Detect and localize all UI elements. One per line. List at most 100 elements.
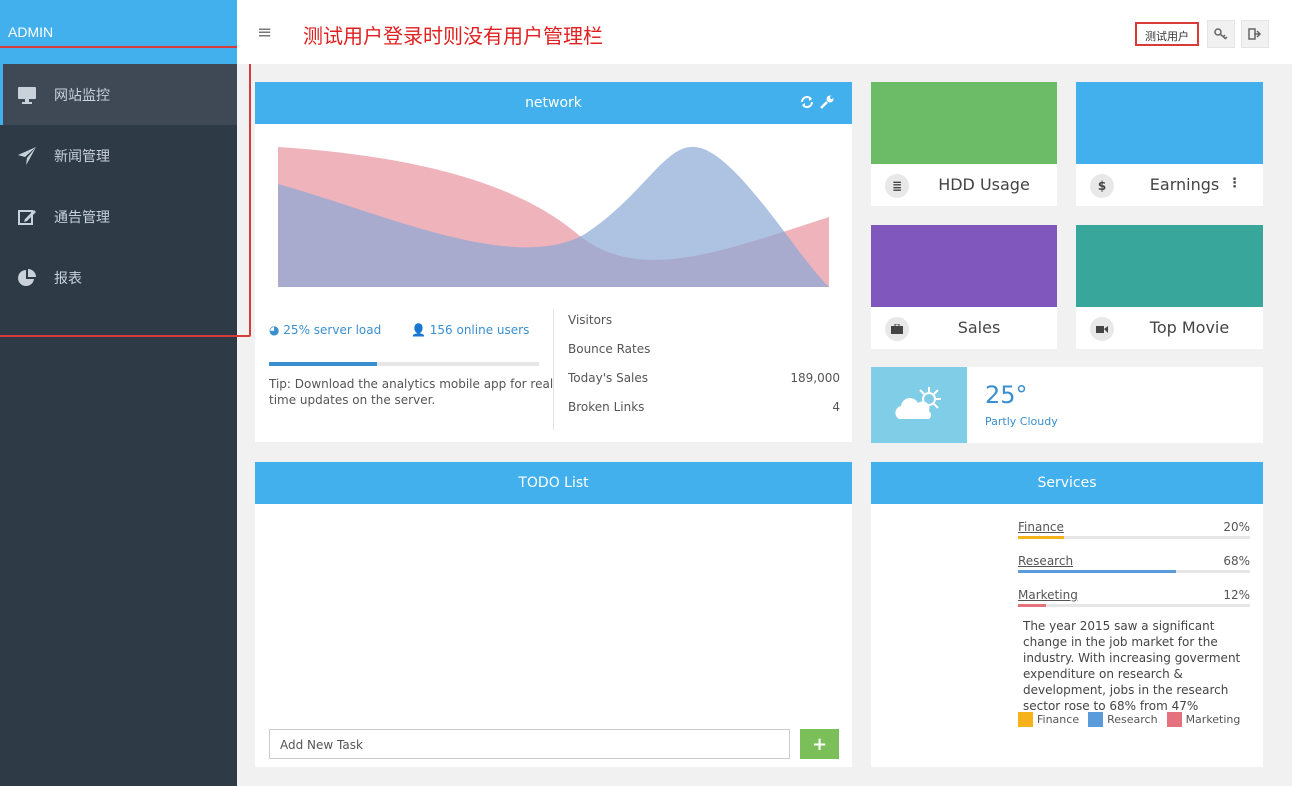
page-title: 测试用户登录时则没有用户管理栏: [303, 24, 603, 48]
server-load-progress-fill: [269, 362, 377, 366]
server-load-text: 25% server load: [283, 323, 382, 337]
tile-sales[interactable]: Sales: [871, 225, 1057, 349]
tip-text: Tip: Download the analytics mobile app f…: [269, 377, 554, 407]
services-legend: Finance Research Marketing: [1018, 712, 1249, 727]
sidebar: ADMIN 网站监控 新闻管理 通告管理 报表: [0, 0, 237, 786]
todo-panel: TODO List Add New Task +: [255, 462, 852, 767]
metric-row: Today's Sales 189,000: [568, 371, 840, 385]
legend-item: Marketing: [1166, 712, 1241, 727]
monitor-icon: [16, 84, 38, 106]
metric-row: Broken Links 4: [568, 400, 840, 414]
service-name[interactable]: Finance: [1018, 520, 1064, 534]
service-name[interactable]: Research: [1018, 554, 1073, 568]
sidebar-item-news[interactable]: 新闻管理: [0, 125, 237, 186]
weather-condition: Partly Cloudy: [985, 415, 1058, 428]
service-progress: [1018, 604, 1250, 607]
tile-top-movie[interactable]: Top Movie: [1076, 225, 1263, 349]
service-item-finance: Finance 20%: [1018, 520, 1250, 539]
wrench-icon[interactable]: [820, 95, 834, 113]
tile-footer: Sales: [871, 307, 1057, 349]
online-users-stat: 👤 156 online users: [411, 323, 529, 337]
legend-swatch: [1088, 712, 1104, 727]
add-task-button[interactable]: +: [800, 729, 839, 759]
edit-icon: [16, 206, 38, 228]
tile-color-block: [1076, 82, 1263, 164]
metric-value: 189,000: [790, 371, 840, 385]
panel-title: network: [525, 95, 582, 111]
tile-label: Top Movie: [1149, 318, 1230, 337]
pie-chart-icon: [16, 267, 38, 289]
sidebar-item-website-monitor[interactable]: 网站监控: [0, 64, 237, 125]
service-percent: 12%: [1223, 588, 1250, 602]
metric-row: Visitors: [568, 313, 840, 327]
online-users-text: 156 online users: [429, 323, 530, 337]
tile-footer: ≣ HDD Usage: [871, 164, 1057, 206]
server-load-stat: ◕ 25% server load: [269, 323, 381, 337]
metric-label: Today's Sales: [568, 371, 649, 385]
metric-label: Broken Links: [568, 400, 645, 414]
service-progress-fill: [1018, 570, 1176, 573]
brand-logo[interactable]: ADMIN: [0, 0, 237, 64]
service-progress: [1018, 570, 1250, 573]
weather-widget: 25° Partly Cloudy: [871, 367, 1263, 443]
service-percent: 68%: [1223, 554, 1250, 568]
weather-temperature: 25°: [985, 381, 1028, 409]
tile-hdd-usage[interactable]: ≣ HDD Usage: [871, 82, 1057, 206]
pie-chart-icon: ◕: [269, 323, 284, 337]
tile-earnings[interactable]: $ Earnings ⋮: [1076, 82, 1263, 206]
legend-swatch: [1018, 712, 1033, 727]
panel-title: TODO List: [518, 475, 589, 491]
legend-item: Finance: [1018, 712, 1079, 727]
metric-label: Visitors: [568, 313, 613, 327]
logout-icon[interactable]: [1241, 20, 1269, 48]
service-progress-fill: [1018, 536, 1065, 539]
more-options-icon[interactable]: ⋮: [1228, 176, 1241, 191]
legend-label: Research: [1107, 713, 1158, 726]
network-panel-header: network: [255, 82, 852, 124]
server-load-progress: [269, 362, 539, 366]
network-panel: network ◕ 25% server load 👤 156 online u…: [255, 82, 852, 442]
metric-value: 4: [832, 400, 840, 414]
legend-swatch: [1166, 712, 1182, 727]
tile-footer: $ Earnings ⋮: [1076, 164, 1263, 206]
tile-color-block: [871, 82, 1057, 164]
sidebar-item-label: 新闻管理: [54, 148, 110, 165]
tile-label: Sales: [957, 318, 1001, 337]
services-description: The year 2015 saw a significant change i…: [1023, 619, 1241, 713]
sidebar-item-label: 通告管理: [54, 209, 110, 226]
sidebar-item-label: 网站监控: [54, 87, 110, 104]
legend-label: Finance: [1037, 713, 1080, 726]
paper-plane-icon: [16, 145, 38, 167]
menu-toggle-icon[interactable]: ≡: [257, 22, 272, 43]
service-name[interactable]: Marketing: [1018, 588, 1078, 602]
partly-cloudy-icon: [895, 387, 941, 419]
sidebar-item-label: 报表: [54, 270, 82, 287]
metric-label: Bounce Rates: [568, 342, 651, 356]
weather-icon-block: [871, 367, 967, 443]
panel-title: Services: [1037, 475, 1097, 491]
services-panel: Services Finance 20% Research 68% Marketin…: [871, 462, 1263, 767]
network-area-chart: [278, 146, 829, 287]
divider: [553, 310, 554, 430]
user-icon: 👤: [411, 323, 430, 337]
tile-footer: Top Movie: [1076, 307, 1263, 349]
top-header: ≡ 测试用户登录时则没有用户管理栏 测试用户: [237, 0, 1292, 64]
service-percent: 20%: [1223, 520, 1250, 534]
sidebar-item-notices[interactable]: 通告管理: [0, 186, 237, 247]
services-panel-header: Services: [871, 462, 1263, 504]
user-menu-button[interactable]: 测试用户: [1135, 22, 1199, 46]
tile-color-block: [1076, 225, 1263, 307]
service-item-marketing: Marketing 12%: [1018, 588, 1250, 607]
key-icon[interactable]: [1207, 20, 1235, 48]
legend-item: Research: [1088, 712, 1158, 727]
todo-panel-header: TODO List: [255, 462, 852, 504]
sidebar-item-reports[interactable]: 报表: [0, 247, 237, 308]
service-item-research: Research 68%: [1018, 554, 1250, 573]
legend-label: Marketing: [1185, 713, 1241, 726]
refresh-icon[interactable]: [800, 95, 814, 113]
new-task-input[interactable]: Add New Task: [269, 729, 790, 759]
metric-row: Bounce Rates: [568, 342, 840, 356]
service-progress-fill: [1018, 604, 1046, 607]
service-progress: [1018, 536, 1250, 539]
tile-label: HDD Usage: [938, 175, 1030, 194]
